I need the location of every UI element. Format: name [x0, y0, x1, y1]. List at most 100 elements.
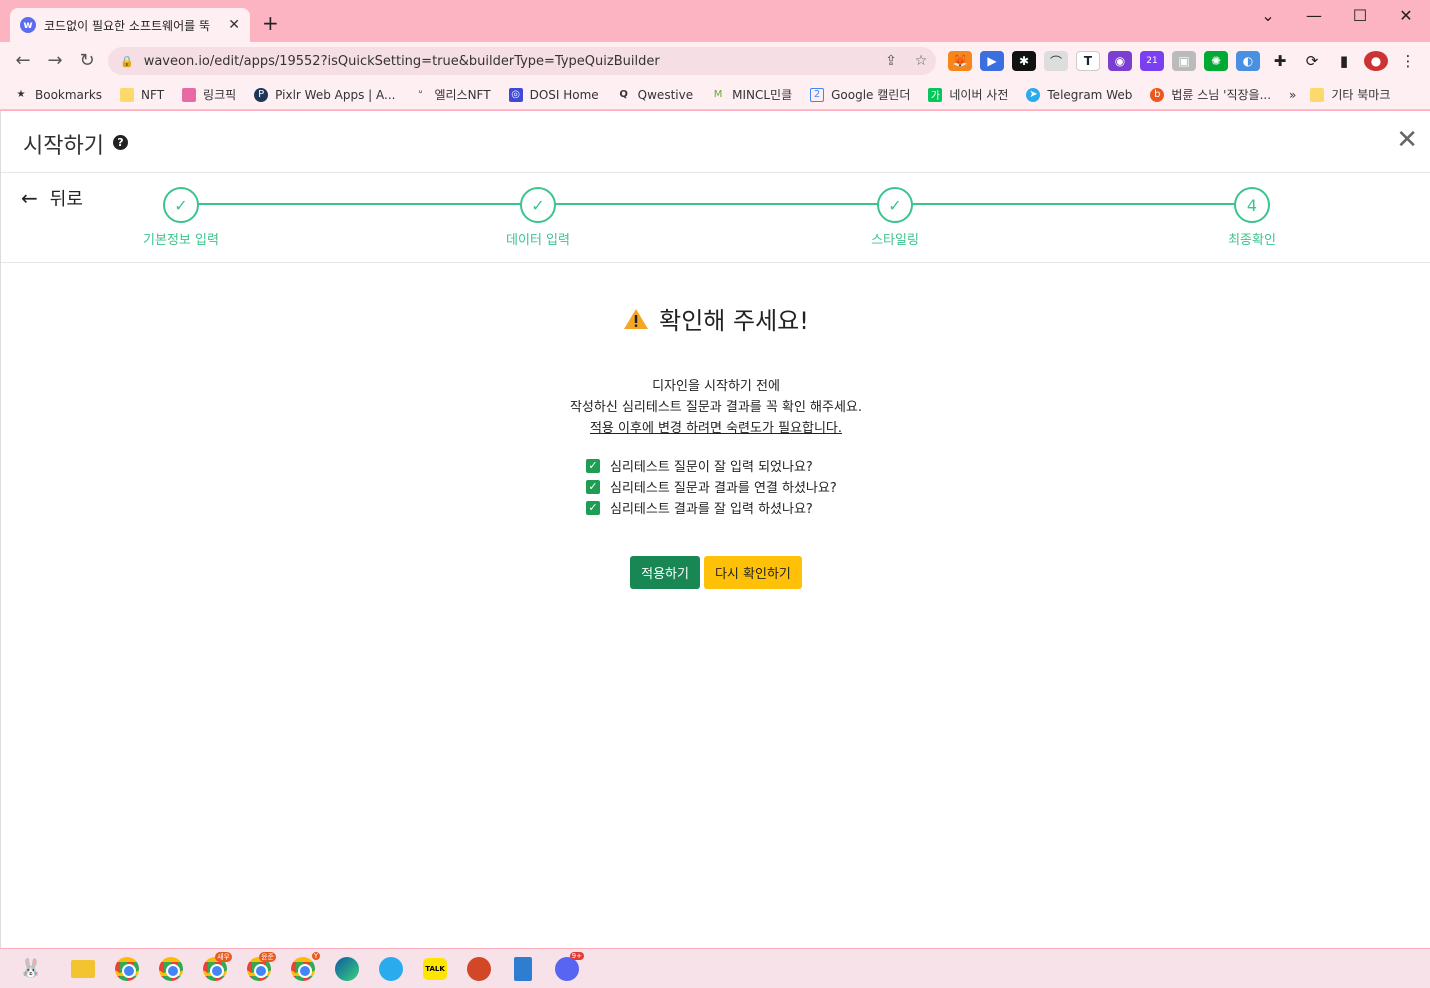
bookmark-item[interactable]: ★ Bookmarks [14, 88, 103, 102]
side-panel-icon[interactable]: ▮ [1332, 51, 1356, 71]
checklist-label: 심리테스트 질문이 잘 입력 되었나요? [610, 460, 813, 475]
step-label: 스타일링 [871, 233, 919, 248]
extension-dark-icon[interactable]: ✱ [1012, 51, 1036, 71]
chrome-taskbar-icon[interactable] [154, 954, 188, 984]
close-icon[interactable]: ✕ [1396, 127, 1418, 153]
naver-dict-icon: 가 [928, 87, 943, 102]
recheck-button[interactable]: 다시 확인하기 [703, 556, 802, 589]
chrome-taskbar-icon[interactable]: 새우 [198, 951, 232, 984]
browser-titlebar: w 코드없이 필요한 소프트웨어를 뚝 ✕ + ⌄ — ☐ ✕ [0, 0, 1430, 42]
stepper: ← 뒤로 ✓ 기본정보 입력 ✓ 데이터 입력 ✓ 스타일링 4 최종확인 [1, 173, 1430, 263]
notification-badge: 9+ [569, 951, 584, 960]
bookmark-item[interactable]: 2 Google 캘린더 [810, 86, 910, 103]
menu-kebab-icon[interactable]: ⋮ [1396, 51, 1420, 71]
forward-nav-icon[interactable]: → [44, 50, 66, 71]
bookmark-item[interactable]: ◎ DOSI Home [508, 87, 599, 102]
minimize-icon[interactable]: — [1299, 6, 1329, 25]
profile-avatar[interactable]: ● [1364, 51, 1388, 71]
metamask-icon[interactable]: 🦊 [948, 51, 972, 71]
bookmark-item[interactable]: b 법륜 스님 '직장을... [1150, 86, 1271, 103]
telegram-taskbar-icon[interactable] [374, 954, 408, 984]
step-basic-info: ✓ 기본정보 입력 [121, 187, 241, 248]
extension-badge-icon[interactable]: 21 [1140, 51, 1164, 71]
performance-icon[interactable]: ⟳ [1300, 51, 1324, 71]
step-number: 4 [1234, 187, 1270, 223]
bookmarks-overflow-icon[interactable]: » [1289, 88, 1296, 102]
help-icon[interactable]: ? [113, 135, 128, 150]
bookmark-item[interactable]: NFT [120, 87, 164, 102]
chrome-taskbar-icon[interactable] [110, 954, 144, 984]
extension-circle-icon[interactable]: ◉ [1108, 51, 1132, 71]
telegram-icon: ➤ [1026, 87, 1041, 102]
folder-icon [120, 87, 135, 102]
checklist-item[interactable]: ✓ 심리테스트 질문이 잘 입력 되었나요? [586, 455, 846, 476]
os-taskbar: 🐰 새우 윤준 Y TALK 9+ [0, 949, 1430, 988]
mincl-icon: M [713, 89, 723, 100]
desc-line: 디자인을 시작하기 전에 [652, 379, 780, 394]
window-close-icon[interactable]: ✕ [1391, 6, 1421, 25]
address-bar[interactable]: 🔒 waveon.io/edit/apps/19552?isQuickSetti… [108, 47, 936, 75]
pixlr-icon: P [254, 87, 269, 102]
bookmark-item[interactable]: ᐡ 엘리스NFT [413, 86, 491, 103]
confirm-panel: 확인해 주세요! 디자인을 시작하기 전에 작성하신 심리테스트 질문과 결과를… [1, 301, 1430, 589]
checklist-label: 심리테스트 결과를 잘 입력 하셨나요? [610, 502, 813, 517]
desc-line: 작성하신 심리테스트 질문과 결과를 꼭 확인 해주세요. [569, 400, 863, 415]
back-nav-icon[interactable]: ← [12, 50, 34, 71]
share-icon[interactable]: ⇪ [876, 53, 906, 69]
extension-shield-icon[interactable]: ◐ [1236, 51, 1260, 71]
qwestive-icon: Q [619, 89, 628, 100]
checklist-item[interactable]: ✓ 심리테스트 결과를 잘 입력 하셨나요? [586, 497, 846, 518]
tab-search-icon[interactable]: ⌄ [1253, 6, 1283, 25]
kakaotalk-icon[interactable]: TALK [418, 954, 452, 984]
reload-icon[interactable]: ↻ [76, 50, 98, 71]
extension-blue-icon[interactable]: ▶ [980, 51, 1004, 71]
step-label: 최종확인 [1228, 233, 1276, 248]
page-title: 시작하기 [23, 134, 104, 159]
back-label: 뒤로 [49, 189, 83, 210]
arrow-left-icon: ← [21, 186, 38, 210]
powerpoint-icon[interactable] [462, 954, 496, 984]
bookmark-star-icon[interactable]: ☆ [906, 53, 936, 69]
bookmark-item[interactable]: ➤ Telegram Web [1026, 87, 1132, 102]
checklist-item[interactable]: ✓ 심리테스트 질문과 결과를 연결 하셨나요? [586, 476, 846, 497]
extension-bird-icon[interactable]: ⌒ [1044, 51, 1068, 71]
brunch-icon: b [1150, 87, 1165, 102]
step-label: 데이터 입력 [506, 233, 570, 248]
notepad-icon[interactable] [506, 954, 540, 984]
page-header: 시작하기 ? ✕ [1, 111, 1430, 173]
step-data-input: ✓ 데이터 입력 [478, 187, 598, 248]
bookmarks-bar: ★ Bookmarks NFT 링크픽 P Pixlr Web Apps | A..… [0, 80, 1430, 110]
lock-icon: 🔒 [120, 54, 134, 68]
maximize-icon[interactable]: ☐ [1345, 6, 1375, 25]
chrome-taskbar-icon[interactable]: Y [286, 951, 320, 984]
browser-tab[interactable]: w 코드없이 필요한 소프트웨어를 뚝 ✕ [10, 8, 250, 42]
chrome-taskbar-icon[interactable]: 윤준 [242, 951, 276, 984]
confirm-description: 디자인을 시작하기 전에 작성하신 심리테스트 질문과 결과를 꼭 확인 해주세… [1, 376, 1430, 439]
back-button[interactable]: ← 뒤로 [21, 185, 83, 211]
bookmark-item[interactable]: 링크픽 [182, 86, 236, 103]
checklist-label: 심리테스트 질문과 결과를 연결 하셨나요? [610, 481, 837, 496]
extensions-puzzle-icon[interactable]: ✚ [1268, 51, 1292, 71]
checkbox-checked-icon[interactable]: ✓ [586, 500, 600, 515]
bookmark-item[interactable]: M MINCL민클 [711, 86, 792, 103]
folder-icon [1310, 87, 1325, 102]
bookmark-item[interactable]: 기타 북마크 [1310, 86, 1390, 103]
apply-button[interactable]: 적용하기 [630, 556, 700, 589]
bookmark-item[interactable]: 가 네이버 사전 [928, 86, 1008, 103]
checkbox-checked-icon[interactable]: ✓ [586, 479, 600, 494]
extension-gear-icon[interactable]: ✺ [1204, 51, 1228, 71]
new-tab-icon[interactable]: + [262, 13, 279, 33]
bookmark-item[interactable]: P Pixlr Web Apps | A... [254, 87, 395, 102]
widgets-icon[interactable]: 🐰 [6, 954, 56, 984]
url-text: waveon.io/edit/apps/19552?isQuickSetting… [143, 53, 660, 69]
tab-close-icon[interactable]: ✕ [228, 17, 240, 33]
bookmark-item[interactable]: Q Qwestive [617, 88, 693, 102]
extension-gray-icon[interactable]: ▣ [1172, 51, 1196, 71]
desc-warning-line: 적용 이후에 변경 하려면 숙련도가 필요합니다. [589, 421, 843, 436]
action-buttons: 적용하기 다시 확인하기 [1, 556, 1430, 589]
checkbox-checked-icon[interactable]: ✓ [586, 458, 600, 473]
discord-icon[interactable]: 9+ [550, 951, 584, 984]
extension-t-icon[interactable]: T [1076, 51, 1100, 71]
file-explorer-icon[interactable] [66, 954, 100, 984]
edge-icon[interactable] [330, 954, 364, 984]
